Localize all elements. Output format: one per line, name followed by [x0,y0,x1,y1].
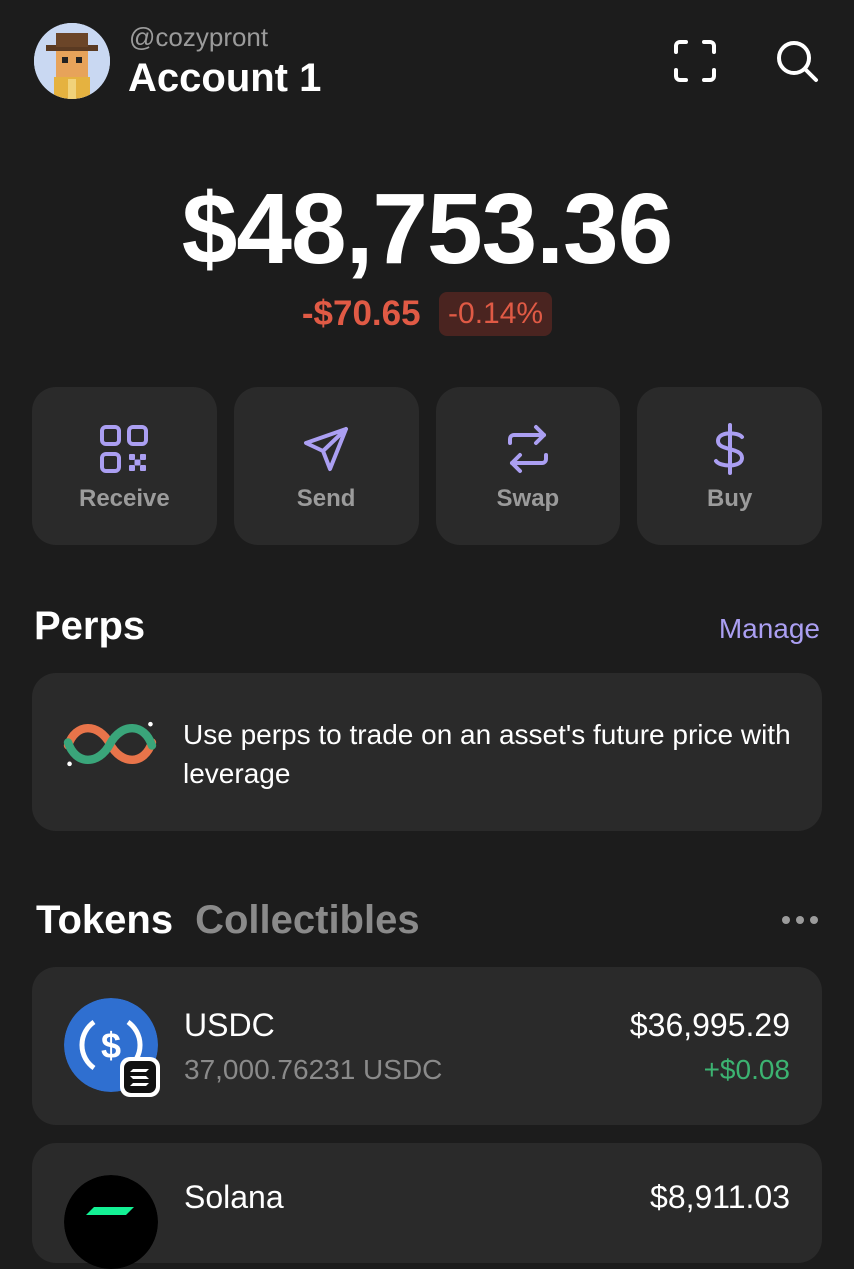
buy-button[interactable]: Buy [637,387,822,545]
quick-actions: Receive Send Swap Buy [32,387,822,545]
swap-label: Swap [496,485,560,512]
tab-tokens[interactable]: Tokens [36,898,173,942]
receive-button[interactable]: Receive [32,387,217,545]
token-value: $36,995.29 [629,1007,790,1043]
token-row-usdc[interactable]: $ USDC 37,000.76231 USDC $36,995.29 +$0.… [32,967,822,1125]
perps-card[interactable]: Use perps to trade on an asset's future … [32,673,822,831]
buy-label: Buy [706,485,753,512]
dollar-icon [713,423,744,475]
token-name: Solana [184,1179,284,1215]
solana-logo-icon [64,1175,158,1269]
more-options-icon[interactable] [780,908,820,932]
swap-button[interactable]: Swap [435,387,621,545]
search-icon[interactable] [774,38,820,84]
qr-code-icon [100,425,149,473]
receive-label: Receive [79,485,170,512]
avatar-image [34,23,110,99]
asset-tabs: Tokens Collectibles [36,898,420,943]
token-row-solana[interactable]: Solana $8,911.03 [32,1143,822,1269]
perps-description: Use perps to trade on an asset's future … [183,719,791,789]
account-name[interactable]: Account 1 [128,56,321,101]
header: @cozypront Account 1 [34,20,820,104]
token-amount: 37,000.76231 USDC [184,1054,443,1085]
perps-title: Perps [34,604,146,648]
perps-infinity-icon [63,721,157,767]
balance-change: -$70.65 -0.14% [0,292,854,336]
total-balance: $48,753.36 [181,173,674,285]
manage-link[interactable]: Manage [719,613,820,645]
token-value: $8,911.03 [650,1179,790,1215]
token-change: +$0.08 [703,1054,790,1085]
solana-network-badge-icon [120,1057,160,1097]
avatar[interactable] [34,23,110,99]
send-icon [304,427,349,471]
token-name: USDC [184,1007,275,1043]
tab-collectibles[interactable]: Collectibles [195,898,420,942]
send-button[interactable]: Send [233,387,419,545]
scan-icon[interactable] [672,38,718,84]
balance-change-value: -$70.65 [301,294,421,333]
send-label: Send [296,485,356,512]
swap-icon [507,425,548,473]
account-handle: @cozypront [129,22,269,52]
balance-change-percent-badge: -0.14% [439,292,553,336]
